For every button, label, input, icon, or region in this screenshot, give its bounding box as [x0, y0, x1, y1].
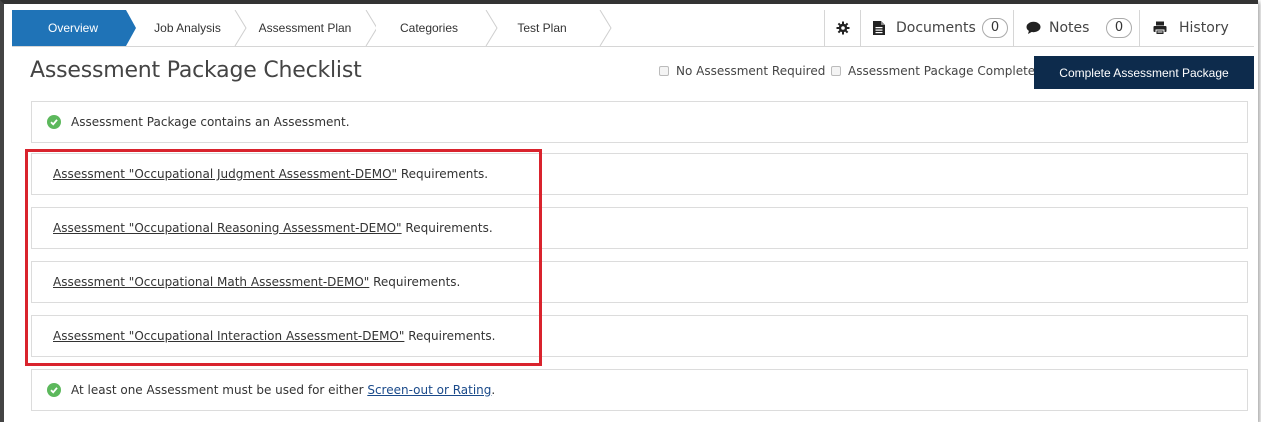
requirement-row: Assessment "Occupational Reasoning Asses… — [31, 207, 1248, 249]
step-categories-label: Categories — [399, 21, 459, 35]
step-categories[interactable]: Categories — [368, 10, 498, 46]
check-circle-icon — [47, 383, 61, 397]
checklist-row-text: Assessment Package contains an Assessmen… — [71, 115, 350, 129]
step-overview-label: Overview — [47, 21, 98, 35]
top-navigation: Overview Job Analysis Assessment Plan Ca… — [12, 10, 1254, 47]
step-test-plan-label: Test Plan — [517, 21, 567, 35]
checkbox-box[interactable] — [659, 66, 669, 76]
requirement-suffix: Requirements. — [404, 329, 496, 343]
checklist-row-screenout-rating: At least one Assessment must be used for… — [31, 369, 1248, 411]
settings-button[interactable] — [824, 10, 861, 46]
checklist-row-contains-assessment: Assessment Package contains an Assessmen… — [31, 101, 1248, 143]
print-icon — [1153, 10, 1167, 46]
step-job-analysis-label: Job Analysis — [154, 21, 221, 35]
assessment-requirements-link[interactable]: Assessment "Occupational Reasoning Asses… — [53, 221, 402, 235]
screen-out-or-rating-link[interactable]: Screen-out or Rating — [367, 383, 491, 397]
no-assessment-required-label: No Assessment Required — [676, 64, 826, 78]
check-circle-icon — [47, 115, 61, 129]
requirement-suffix: Requirements. — [397, 167, 489, 181]
history-button[interactable]: History — [1139, 10, 1255, 46]
notes-button[interactable]: Notes 0 — [1013, 10, 1140, 46]
documents-button[interactable]: Documents 0 — [860, 10, 1014, 46]
step-test-plan[interactable]: Test Plan — [486, 10, 612, 46]
package-complete-label: Assessment Package Complete — [848, 64, 1036, 78]
requirement-row: Assessment "Occupational Judgment Assess… — [31, 153, 1248, 195]
requirement-row: Assessment "Occupational Interaction Ass… — [31, 315, 1248, 357]
notes-count-badge: 0 — [1106, 18, 1132, 38]
requirement-row: Assessment "Occupational Math Assessment… — [31, 261, 1248, 303]
comment-icon — [1026, 10, 1041, 46]
requirement-suffix: Requirements. — [401, 221, 493, 235]
assessment-requirements-link[interactable]: Assessment "Occupational Judgment Assess… — [53, 167, 397, 181]
requirement-suffix: Requirements. — [369, 275, 461, 289]
step-overview[interactable]: Overview — [12, 10, 136, 46]
checkbox-box[interactable] — [831, 66, 841, 76]
step-job-analysis[interactable]: Job Analysis — [130, 10, 247, 46]
checklist-row-prefix: At least one Assessment must be used for… — [71, 383, 368, 397]
step-assessment-plan[interactable]: Assessment Plan — [244, 10, 376, 46]
notes-label: Notes — [1049, 20, 1090, 36]
no-assessment-required-checkbox[interactable]: No Assessment Required — [659, 64, 825, 78]
package-complete-checkbox[interactable]: Assessment Package Complete — [831, 64, 1035, 78]
history-label: History — [1179, 20, 1229, 36]
complete-assessment-package-button[interactable]: Complete Assessment Package — [1034, 56, 1254, 89]
gear-icon — [836, 10, 850, 46]
documents-count-badge: 0 — [982, 18, 1008, 38]
assessment-requirements-link[interactable]: Assessment "Occupational Math Assessment… — [53, 275, 369, 289]
assessment-requirements-link[interactable]: Assessment "Occupational Interaction Ass… — [53, 329, 404, 343]
page-title: Assessment Package Checklist — [30, 58, 362, 83]
documents-label: Documents — [896, 20, 976, 36]
checklist-row-suffix: . — [491, 383, 496, 397]
step-assessment-plan-label: Assessment Plan — [258, 21, 352, 35]
document-icon — [873, 10, 885, 46]
